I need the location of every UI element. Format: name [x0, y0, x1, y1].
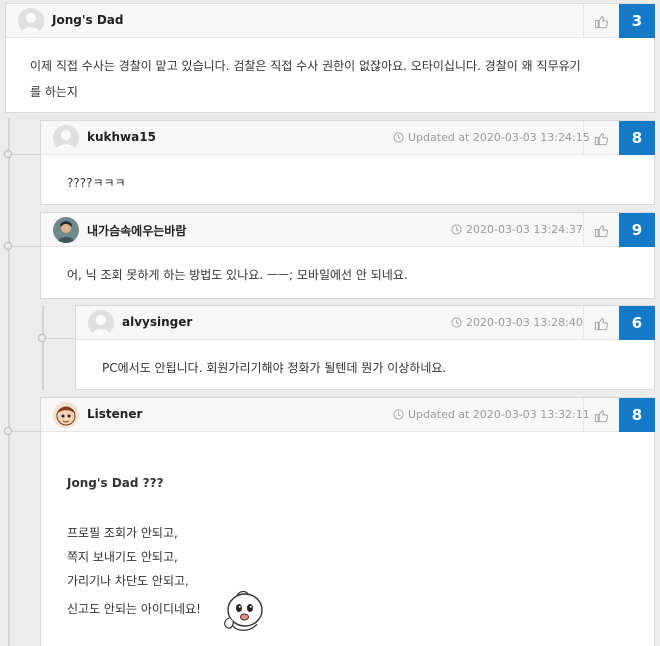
- thumbs-up-icon: [594, 15, 609, 28]
- comment-author[interactable]: Jong's Dad: [52, 13, 123, 27]
- comment-header: 내가슴속에우는바람 2020-03-03 13:24:37 9: [41, 213, 655, 247]
- comment-text: 신고도 안되는 아이디네요!: [67, 602, 201, 616]
- clock-icon: [451, 317, 462, 328]
- timestamp-text: Updated at 2020-03-03 13:32:11: [408, 408, 590, 421]
- comment-body: ????ㅋㅋㅋ: [41, 155, 654, 196]
- comment: kukhwa15 Updated at 2020-03-03 13:24:15 …: [40, 120, 655, 205]
- comment-header: Jong's Dad 3: [6, 4, 655, 38]
- comment: Jong's Dad 3 이제 직접 수사는 경찰이 맡고 있습니다. 검찰은 …: [5, 3, 655, 113]
- thread-node: [4, 150, 12, 158]
- comment-timestamp: 2020-03-03 13:24:37: [451, 223, 583, 236]
- thread-rail-nested: [42, 305, 44, 390]
- comment-author[interactable]: 내가슴속에우는바람: [87, 222, 186, 239]
- like-button[interactable]: [583, 4, 619, 38]
- thread-branch: [12, 154, 40, 155]
- vote-count: 3: [619, 4, 655, 38]
- thread-branch: [12, 431, 40, 432]
- like-button[interactable]: [583, 306, 619, 340]
- like-button[interactable]: [583, 398, 619, 432]
- vote-count: 6: [619, 306, 655, 340]
- comment: Listener Updated at 2020-03-03 13:32:11 …: [40, 397, 655, 646]
- clock-icon: [393, 132, 404, 143]
- vote-count: 9: [619, 213, 655, 247]
- avatar[interactable]: [88, 310, 114, 336]
- avatar[interactable]: [53, 125, 79, 151]
- thumbs-up-icon: [594, 132, 609, 145]
- comment-body: 어, 닉 조회 못하게 하는 방법도 있나요. ㅡㅡ; 모바일에선 안 되네요.: [41, 247, 654, 288]
- like-button[interactable]: [583, 121, 619, 155]
- comment-text: 가리기나 차단도 안되고,: [67, 574, 189, 588]
- timestamp-text: 2020-03-03 13:28:40: [466, 316, 583, 329]
- thumbs-up-icon: [594, 224, 609, 237]
- comment-timestamp: Updated at 2020-03-03 13:24:15: [393, 131, 590, 144]
- comment-author[interactable]: kukhwa15: [87, 130, 156, 144]
- comment-body: PC에서도 안됩니다. 회원가리기해야 정화가 될텐데 뭔가 이상하네요.: [76, 340, 654, 381]
- avatar[interactable]: [53, 402, 79, 428]
- comment-text: 어, 닉 조회 못하게 하는 방법도 있나요. ㅡㅡ; 모바일에선 안 되네요.: [67, 268, 408, 282]
- comment-text: PC에서도 안됩니다. 회원가리기해야 정화가 될텐데 뭔가 이상하네요.: [102, 361, 447, 375]
- comment-text: 를 하는지: [30, 85, 78, 99]
- comment: 내가슴속에우는바람 2020-03-03 13:24:37 9 어, 닉 조회 …: [40, 212, 655, 299]
- comment-header: kukhwa15 Updated at 2020-03-03 13:24:15 …: [41, 121, 655, 155]
- timestamp-text: 2020-03-03 13:24:37: [466, 223, 583, 236]
- thread-node: [4, 427, 12, 435]
- thread-branch: [46, 338, 76, 339]
- clock-icon: [451, 224, 462, 235]
- vote-count: 8: [619, 121, 655, 155]
- comment-text: Jong's Dad ???: [67, 476, 164, 490]
- sticker-emoticon: [224, 590, 263, 631]
- avatar[interactable]: [18, 8, 44, 34]
- comment: alvysinger 2020-03-03 13:28:40 6 PC에서도 안…: [75, 305, 655, 390]
- thread-node: [4, 242, 12, 250]
- thumbs-up-icon: [594, 317, 609, 330]
- comment-text: 쪽지 보내기도 안되고,: [67, 550, 178, 564]
- comment-timestamp: 2020-03-03 13:28:40: [451, 316, 583, 329]
- like-button[interactable]: [583, 213, 619, 247]
- comment-author[interactable]: Listener: [87, 407, 142, 421]
- comment-header: alvysinger 2020-03-03 13:28:40 6: [76, 306, 655, 340]
- comment-thread: Jong's Dad 3 이제 직접 수사는 경찰이 맡고 있습니다. 검찰은 …: [0, 0, 660, 646]
- timestamp-text: Updated at 2020-03-03 13:24:15: [408, 131, 590, 144]
- thumbs-up-icon: [594, 409, 609, 422]
- thread-rail: [8, 118, 10, 646]
- comment-text: 이제 직접 수사는 경찰이 맡고 있습니다. 검찰은 직접 수사 권한이 없잖아…: [30, 59, 581, 73]
- thread-branch: [12, 246, 40, 247]
- comment-text: ????ㅋㅋㅋ: [67, 176, 126, 190]
- thread-node: [38, 334, 46, 342]
- comment-body: 이제 직접 수사는 경찰이 맡고 있습니다. 검찰은 직접 수사 권한이 없잖아…: [6, 38, 654, 105]
- comment-header: Listener Updated at 2020-03-03 13:32:11 …: [41, 398, 655, 432]
- vote-count: 8: [619, 398, 655, 432]
- comment-text: 프로필 조회가 안되고,: [67, 526, 178, 540]
- clock-icon: [393, 409, 404, 420]
- avatar[interactable]: [53, 217, 79, 243]
- comment-author[interactable]: alvysinger: [122, 315, 192, 329]
- comment-timestamp: Updated at 2020-03-03 13:32:11: [393, 408, 590, 421]
